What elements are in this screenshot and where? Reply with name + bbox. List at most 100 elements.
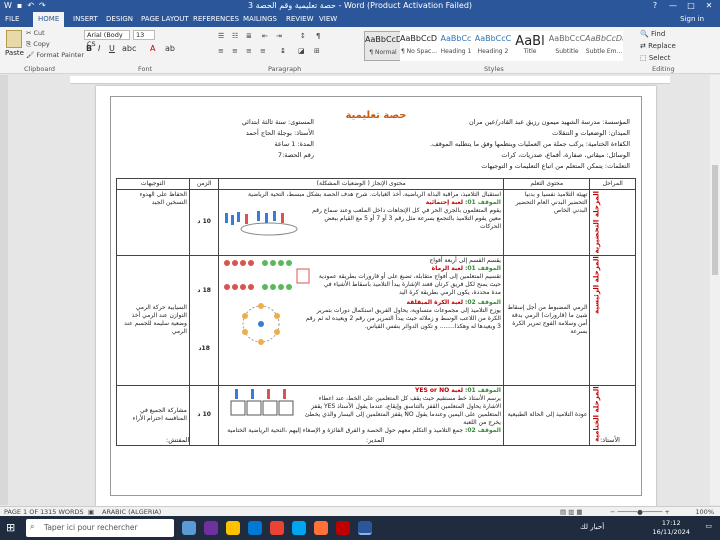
find-label: Find bbox=[650, 30, 666, 38]
style-sample: AaBbCcDc bbox=[365, 35, 401, 44]
proofing-icon[interactable]: ▣ bbox=[88, 508, 94, 516]
store-icon[interactable] bbox=[292, 521, 306, 535]
increase-indent-icon[interactable]: ⇥ bbox=[276, 32, 282, 40]
tab-view[interactable]: VIEW bbox=[314, 12, 342, 27]
page-count[interactable]: PAGE 1 OF 1 bbox=[4, 508, 44, 516]
word-count[interactable]: 315 WORDS bbox=[44, 508, 84, 516]
task-view-icon[interactable] bbox=[182, 521, 196, 535]
clock-date: 16/11/2024 bbox=[652, 528, 690, 536]
style-sample: AaBbCc bbox=[440, 34, 472, 43]
tab-review[interactable]: REVIEW bbox=[281, 12, 318, 27]
close-button[interactable]: ✕ bbox=[700, 0, 718, 12]
decrease-indent-icon[interactable]: ⇤ bbox=[262, 32, 268, 40]
style-normal[interactable]: AaBbCcDc ¶ Normal bbox=[364, 31, 402, 61]
situation-name: لعبة الرماة bbox=[431, 264, 464, 272]
style-heading-2[interactable]: AaBbCcC Heading 2 bbox=[474, 31, 512, 61]
zoom-slider[interactable]: − ─────●───── + bbox=[610, 508, 670, 516]
show-marks-icon[interactable]: ¶ bbox=[316, 32, 320, 40]
time-value: 18 د bbox=[197, 287, 211, 295]
line-spacing-icon[interactable]: ↨ bbox=[280, 47, 286, 55]
col-objective: محتوى التعلم bbox=[502, 178, 591, 190]
notifications-icon[interactable]: ▭ bbox=[705, 522, 712, 530]
header-level: المستوى: سنة ثالثة ابتدائي bbox=[241, 118, 314, 126]
content-cell: يقسم القسم إلى أربعة أفواج الموقف 01: لع… bbox=[218, 254, 504, 386]
paste-icon[interactable] bbox=[6, 30, 22, 48]
word-taskbar-icon[interactable] bbox=[358, 521, 372, 535]
zoom-level[interactable]: 100% bbox=[695, 508, 714, 516]
copy-button[interactable]: ⎘ Copy bbox=[26, 40, 50, 49]
vertical-scrollbar[interactable] bbox=[710, 75, 720, 505]
content-body: تقسيم المتعلمين إلى أفواج متقابلة، تضبع … bbox=[318, 272, 501, 296]
multilevel-icon[interactable]: ≣ bbox=[246, 32, 252, 40]
document-page[interactable]: حصة تعليمية المؤسسة: مدرسة الشهيد ميمون … bbox=[96, 86, 656, 506]
borders-icon[interactable]: ⊞ bbox=[314, 47, 320, 55]
clock[interactable]: 17:12 16/11/2024 bbox=[653, 519, 690, 537]
content-intro: يقسم القسم إلى أربعة أفواج bbox=[429, 256, 501, 264]
sign-in-link[interactable]: Sign in bbox=[680, 12, 704, 27]
title-bar: W ▪ ↶ ↷ حصة تعليمية وقم الحصة 3 - Word (… bbox=[0, 0, 720, 12]
style-subtitle[interactable]: AaBbCcC Subtitle bbox=[548, 31, 586, 61]
font-size-select[interactable]: 13 bbox=[133, 30, 155, 40]
guidance-cell: الحفاظ على الهدوء التسخين الجيد bbox=[116, 189, 190, 256]
tab-references[interactable]: REFERENCES bbox=[188, 12, 244, 27]
font-color-button[interactable]: A bbox=[150, 44, 155, 53]
paste-button[interactable]: Paste bbox=[5, 49, 24, 57]
underline-button[interactable]: U bbox=[109, 44, 115, 53]
replace-button[interactable]: ⇄ Replace bbox=[640, 42, 676, 50]
style-no-spacing[interactable]: AaBbCcDc ¶ No Spac... bbox=[400, 31, 438, 61]
align-right-icon[interactable]: ≡ bbox=[246, 47, 252, 55]
minimize-button[interactable]: — bbox=[664, 0, 682, 12]
editing-group-label: Editing bbox=[652, 65, 675, 73]
lesson-table[interactable]: المراحل محتوى التعلم محتوى الإنجاز ( الو… bbox=[116, 178, 636, 446]
style-sample: AaBbCcC bbox=[474, 34, 512, 43]
situation-label: الموقف 01: bbox=[464, 199, 501, 206]
shading-icon[interactable]: ◪ bbox=[298, 47, 305, 55]
help-button[interactable]: ? bbox=[646, 0, 664, 12]
ribbon-home: Paste ✂ Cut ⎘ Copy 🖌 Format Painter Clip… bbox=[0, 27, 720, 74]
tab-insert[interactable]: INSERT bbox=[68, 12, 103, 27]
bottles-diagram-image bbox=[221, 257, 313, 297]
tab-design[interactable]: DESIGN bbox=[101, 12, 138, 27]
tab-file[interactable]: FILE bbox=[0, 12, 30, 27]
tab-mailings[interactable]: MAILINGS bbox=[238, 12, 282, 27]
strikethrough-button[interactable]: abc bbox=[122, 44, 136, 53]
select-button[interactable]: ⬚ Select bbox=[640, 54, 670, 62]
bold-button[interactable]: B bbox=[86, 44, 92, 53]
font-name-select[interactable]: Arial (Body CS bbox=[84, 30, 130, 48]
scrollbar-thumb[interactable] bbox=[712, 165, 718, 275]
align-left-icon[interactable]: ≡ bbox=[218, 47, 224, 55]
language-status[interactable]: ARABIC (ALGERIA) bbox=[102, 508, 161, 516]
taskbar-search[interactable]: Taper ici pour rechercher bbox=[26, 519, 174, 537]
style-heading-1[interactable]: AaBbCc Heading 1 bbox=[437, 31, 475, 61]
app-icon[interactable] bbox=[204, 521, 218, 535]
horizontal-ruler bbox=[70, 76, 670, 84]
align-center-icon[interactable]: ≡ bbox=[232, 47, 238, 55]
tab-page-layout[interactable]: PAGE LAYOUT bbox=[136, 12, 194, 27]
numbering-icon[interactable]: ☷ bbox=[232, 32, 238, 40]
view-buttons[interactable]: ▤ ▥ ▦ bbox=[560, 508, 583, 516]
sort-icon[interactable]: ↕ bbox=[300, 32, 306, 40]
col-time: الزمن bbox=[188, 178, 220, 190]
file-explorer-icon[interactable] bbox=[226, 521, 240, 535]
format-painter-button[interactable]: 🖌 Format Painter bbox=[26, 51, 84, 59]
firefox-icon[interactable] bbox=[314, 521, 328, 535]
edge-icon[interactable] bbox=[248, 521, 262, 535]
content-body: يوزع التلاميذ إلى مجموعات متساوية، يحاول… bbox=[305, 306, 501, 330]
style-subtle-emphasis[interactable]: AaBbCcDa Subtle Em... bbox=[585, 31, 623, 61]
cut-button[interactable]: ✂ Cut bbox=[26, 29, 45, 37]
maximize-button[interactable]: □ bbox=[682, 0, 700, 12]
tab-home[interactable]: HOME bbox=[33, 12, 65, 27]
bullets-icon[interactable]: ☰ bbox=[218, 32, 224, 40]
window-title: حصة تعليمية وقم الحصة 3 - Word (Product … bbox=[247, 1, 473, 10]
justify-icon[interactable]: ≡ bbox=[260, 47, 266, 55]
find-button[interactable]: 🔍 Find bbox=[640, 30, 665, 38]
weather-widget[interactable]: أحبار لك bbox=[580, 523, 604, 531]
replace-label: Replace bbox=[648, 42, 676, 50]
app-icon[interactable] bbox=[336, 521, 350, 535]
header-domain: الميدان: الوضعيات و التنقلات bbox=[552, 129, 630, 137]
windows-start-icon[interactable]: ⊞ bbox=[6, 521, 15, 534]
highlight-button[interactable]: ab bbox=[165, 44, 175, 53]
chrome-icon[interactable] bbox=[270, 521, 284, 535]
italic-button[interactable]: I bbox=[98, 44, 100, 53]
style-title[interactable]: AaBl Title bbox=[511, 31, 549, 61]
